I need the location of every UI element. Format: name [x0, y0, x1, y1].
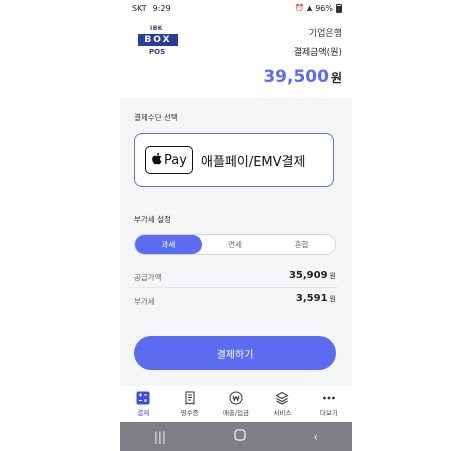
- tab-payment[interactable]: 결제: [120, 386, 166, 422]
- carrier: SKT: [132, 3, 147, 13]
- tax-setting-title: 부가세 설정: [134, 215, 171, 224]
- pay-button[interactable]: 결제하기: [134, 336, 336, 370]
- signal-icon: ▲: [306, 4, 313, 12]
- calculator-icon: [135, 391, 151, 405]
- tab-label: 영수증: [180, 409, 199, 417]
- tab-receipt[interactable]: 영수증: [166, 386, 212, 422]
- tax-type-selector: 과세 면세 혼합: [134, 234, 336, 255]
- android-nav-bar: ||| ‹: [120, 422, 352, 451]
- won-coin-icon: [228, 391, 244, 405]
- ibk-box-pos-logo: IBK BOX POS: [138, 25, 178, 59]
- bottom-tab-bar: 결제 영수증 매출/입금 서비스 더보기: [120, 386, 352, 422]
- tax-option-taxable[interactable]: 과세: [135, 235, 202, 254]
- alarm-icon: ⏰: [295, 4, 304, 12]
- home-icon[interactable]: [233, 429, 246, 444]
- supply-amount-label: 공급가액: [134, 273, 162, 282]
- battery-percent: 96%: [315, 3, 333, 13]
- apple-pay-emv-option[interactable]: Pay 애플페이/EMV결제: [134, 133, 334, 187]
- back-icon[interactable]: ‹: [313, 430, 318, 444]
- amount-unit: 원: [330, 71, 342, 85]
- supply-amount-value: 35,909 원: [288, 270, 336, 281]
- tax-option-mixed[interactable]: 혼합: [268, 235, 335, 254]
- phone-screen: SKT 9:29 ⏰ ▲ 96% IBK BOX POS 기업은행 결제금액(원…: [120, 0, 352, 451]
- vat-label: 부가세: [134, 297, 155, 306]
- tax-option-exempt[interactable]: 면세: [202, 235, 269, 254]
- header: IBK BOX POS 기업은행 결제금액(원) 39,500 원: [120, 16, 352, 98]
- tab-label: 더보기: [319, 409, 338, 417]
- clock: 9:29: [152, 3, 171, 13]
- vat-value: 3,591 원: [295, 293, 336, 304]
- payment-amount: 39,500 원: [263, 67, 342, 87]
- apple-pay-badge: Pay: [145, 146, 193, 174]
- amount-value: 39,500: [263, 67, 329, 87]
- receipt-icon: [182, 391, 198, 405]
- tab-service[interactable]: 서비스: [259, 386, 305, 422]
- tab-label: 서비스: [273, 409, 292, 417]
- recent-apps-icon[interactable]: |||: [154, 430, 166, 444]
- more-icon: [321, 391, 337, 405]
- tab-sales-deposit[interactable]: 매출/입금: [213, 386, 259, 422]
- status-bar: SKT 9:29 ⏰ ▲ 96%: [120, 0, 352, 16]
- amount-label: 결제금액(원): [293, 48, 342, 58]
- apple-icon: [151, 152, 162, 168]
- battery-icon: [336, 3, 342, 13]
- payment-method-title: 결제수단 선택: [134, 113, 178, 122]
- tab-label: 매출/입금: [222, 409, 250, 417]
- payment-method-label: 애플페이/EMV결제: [201, 154, 306, 170]
- layers-icon: [274, 391, 290, 405]
- tab-more[interactable]: 더보기: [306, 386, 352, 422]
- apple-pay-text: Pay: [164, 152, 187, 168]
- tab-label: 결제: [137, 409, 150, 417]
- divider: [134, 287, 338, 288]
- bank-name: 기업은행: [308, 29, 342, 39]
